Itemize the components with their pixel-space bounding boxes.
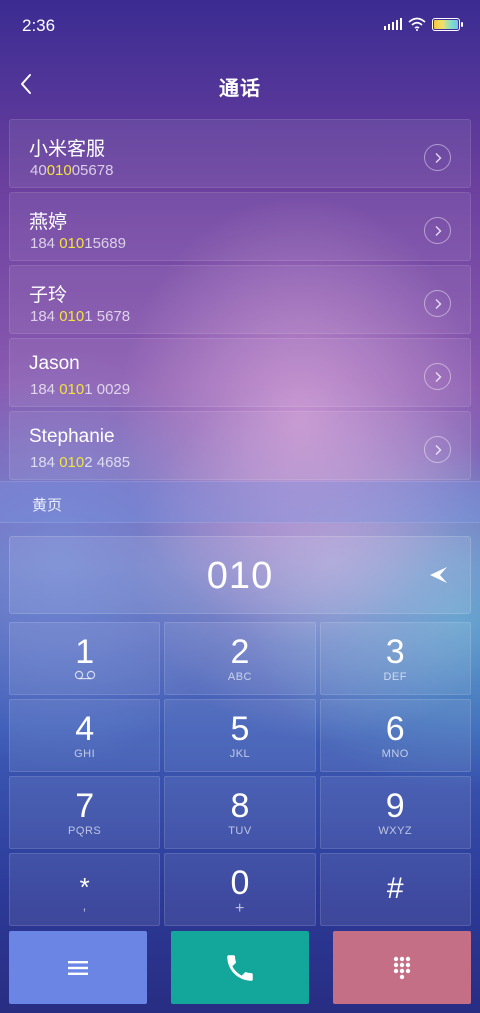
- number-match: 010: [59, 308, 85, 325]
- contact-number: 184 0101 5678: [30, 308, 131, 325]
- chevron-right-icon: [435, 371, 441, 382]
- contact-details-button[interactable]: [424, 144, 451, 171]
- chevron-right-icon: [435, 225, 441, 236]
- key-1[interactable]: 1: [9, 622, 161, 695]
- dialpad-toggle-button[interactable]: [333, 931, 471, 1004]
- key-digit: 5: [230, 710, 250, 748]
- key-digit: 6: [385, 710, 405, 748]
- contact-name: Jason: [29, 353, 80, 374]
- key-hash[interactable]: #: [319, 853, 471, 926]
- key-digit: 1: [75, 633, 95, 671]
- key-0[interactable]: 0 +: [164, 853, 316, 926]
- voicemail-icon: [10, 670, 159, 680]
- contact-details-button[interactable]: [424, 436, 451, 463]
- action-bar: [9, 931, 471, 1004]
- key-letters: TUV: [228, 825, 252, 837]
- call-button[interactable]: [171, 931, 309, 1004]
- chevron-right-icon: [435, 298, 441, 309]
- number-match: 010: [59, 454, 85, 471]
- contact-item[interactable]: 小米客服 4001005678: [9, 119, 471, 188]
- key-digit: 4: [75, 710, 95, 748]
- key-digit: 2: [230, 633, 250, 671]
- contact-name: 子玲: [29, 285, 68, 306]
- key-9[interactable]: 9 WXYZ: [319, 776, 471, 849]
- contact-details-button[interactable]: [424, 290, 451, 317]
- phone-icon: [227, 954, 253, 981]
- key-letters: WXYZ: [378, 825, 413, 837]
- signal-icon: [384, 18, 402, 30]
- number-match: 010: [59, 381, 85, 398]
- key-4[interactable]: 4 GHI: [9, 699, 161, 772]
- contact-name: Stephanie: [29, 426, 115, 447]
- keypad: 1 2 ABC 3 DEF 4 GHI 5 JKL 6 MNO 7 PQRS 8…: [9, 622, 471, 930]
- contact-details-button[interactable]: [424, 363, 451, 390]
- key-letters: PQRS: [68, 825, 102, 837]
- contact-item[interactable]: 燕婷 184 01015689: [9, 192, 471, 261]
- key-6[interactable]: 6 MNO: [319, 699, 471, 772]
- chevron-right-icon: [435, 444, 441, 455]
- key-letters: ABC: [227, 671, 252, 683]
- key-digit: 8: [230, 787, 250, 825]
- key-letters: +: [235, 900, 245, 917]
- menu-button[interactable]: [9, 931, 147, 1004]
- number-match: 010: [46, 162, 72, 179]
- contact-number: 184 0102 4685: [30, 454, 131, 471]
- key-digit: 9: [385, 787, 405, 825]
- key-8[interactable]: 8 TUV: [164, 776, 316, 849]
- keypad-row: 4 GHI 5 JKL 6 MNO: [9, 699, 471, 772]
- key-digit: 7: [75, 787, 95, 825]
- backspace-button[interactable]: [420, 557, 456, 593]
- key-2[interactable]: 2 ABC: [164, 622, 316, 695]
- dialpad-icon: [393, 956, 411, 979]
- contact-number: 184 0101 0029: [30, 381, 131, 398]
- wifi-icon: [408, 17, 426, 31]
- backspace-icon: [430, 567, 447, 583]
- contact-item[interactable]: Jason 184 0101 0029: [9, 338, 471, 407]
- contact-number: 4001005678: [30, 162, 114, 179]
- menu-icon: [68, 960, 88, 975]
- dialer-screen: 2:36 通话 小米客服 4001005678 燕婷 184 01015689 …: [0, 0, 480, 1013]
- contact-details-button[interactable]: [424, 217, 451, 244]
- key-letters: DEF: [383, 671, 407, 683]
- key-star[interactable]: * ,: [9, 853, 161, 926]
- dialed-number: 010: [206, 555, 274, 597]
- contact-item[interactable]: 子玲 184 0101 5678: [9, 265, 471, 334]
- key-digit: #: [386, 872, 404, 905]
- status-bar: 2:36: [0, 0, 480, 52]
- contact-name: 燕婷: [29, 212, 68, 233]
- page-title: 通话: [219, 78, 261, 100]
- key-digit: 3: [385, 633, 405, 671]
- status-icons: [384, 17, 463, 31]
- contact-name: 小米客服: [29, 139, 106, 160]
- header: 通话: [0, 60, 480, 108]
- key-3[interactable]: 3 DEF: [319, 622, 471, 695]
- keypad-row: 7 PQRS 8 TUV 9 WXYZ: [9, 776, 471, 849]
- keypad-row: * , 0 + #: [9, 853, 471, 926]
- key-5[interactable]: 5 JKL: [164, 699, 316, 772]
- key-letters: JKL: [229, 748, 251, 760]
- key-letters: GHI: [74, 748, 96, 760]
- key-digit: 0: [230, 864, 250, 902]
- status-time: 2:36: [22, 16, 56, 35]
- contact-list: 小米客服 4001005678 燕婷 184 01015689 子玲 184 0…: [9, 119, 471, 484]
- contact-number: 184 01015689: [30, 235, 126, 252]
- key-letters: MNO: [381, 748, 409, 760]
- number-match: 010: [59, 235, 85, 252]
- battery-icon: [432, 17, 463, 31]
- yellow-pages-label: 黄页: [32, 497, 63, 514]
- key-letters: ,: [82, 898, 87, 913]
- keypad-row: 1 2 ABC 3 DEF: [9, 622, 471, 695]
- chevron-right-icon: [435, 152, 441, 163]
- yellow-pages-row[interactable]: 黄页: [0, 481, 480, 523]
- key-7[interactable]: 7 PQRS: [9, 776, 161, 849]
- dial-display: 010: [9, 536, 471, 614]
- contact-item[interactable]: Stephanie 184 0102 4685: [9, 411, 471, 480]
